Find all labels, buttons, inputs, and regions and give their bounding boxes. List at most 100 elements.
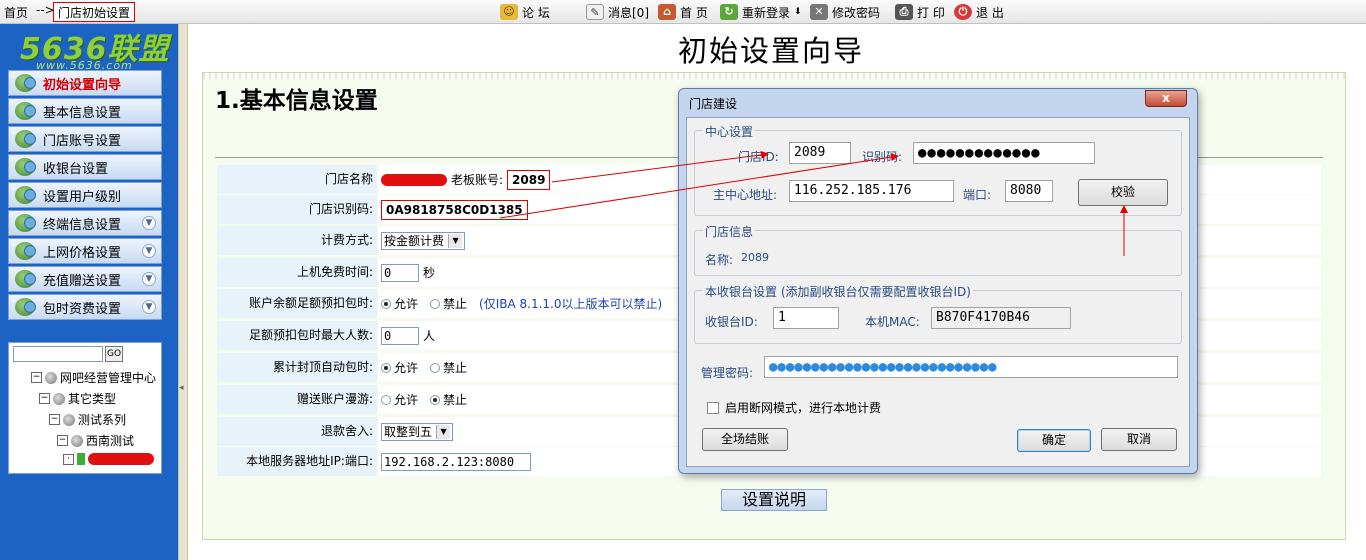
refund-select[interactable]: 取整到五 ▼	[381, 422, 454, 441]
close-button[interactable]: x	[1145, 90, 1187, 107]
sidebar-item-terminal-info[interactable]: 终端信息设置 ▼	[8, 210, 162, 236]
collapse-arrow-icon[interactable]: ◂	[179, 383, 184, 393]
server-label: 本地服务器地址IP:端口:	[217, 447, 377, 476]
collapse-icon[interactable]: ·	[63, 453, 74, 465]
users-icon	[15, 102, 36, 120]
store-id-input[interactable]: 2089	[789, 142, 851, 164]
sidebar-item-label: 收银台设置	[43, 161, 109, 177]
port-input[interactable]: 8080	[1005, 180, 1053, 202]
chevron-down-icon[interactable]: ▼	[142, 272, 156, 286]
sidebar-item-label: 充值赠送设置	[43, 273, 122, 289]
settle-all-button[interactable]: 全场结账	[702, 428, 788, 451]
exit-link[interactable]: ⏻ 退 出	[954, 3, 1004, 21]
cashier-id-input[interactable]: 1	[773, 307, 839, 329]
verify-button[interactable]: 校验	[1078, 179, 1168, 206]
tree-search-input[interactable]	[13, 346, 103, 362]
users-icon	[15, 298, 36, 316]
sidebar-item-recharge-gift[interactable]: 充值赠送设置 ▼	[8, 266, 162, 292]
messages-link[interactable]: ✎ 消息[0]	[586, 3, 649, 21]
sidebar-item-label: 初始设置向导	[43, 77, 122, 93]
section-title: 1.基本信息设置	[215, 88, 378, 114]
cancel-button[interactable]: 取消	[1101, 428, 1177, 451]
collapse-icon[interactable]: −	[49, 414, 60, 425]
page-title: 初始设置向导	[678, 34, 865, 68]
store-status-icon	[77, 453, 85, 465]
boss-account-label: 老板账号:	[451, 173, 504, 187]
tree-go-button[interactable]: GO	[105, 346, 123, 362]
server-input[interactable]: 192.168.2.123:8080	[381, 452, 531, 471]
center-settings-group: 中心设置 门店ID: 2089 识别码: ●●●●●●●●●●●●● 主中心地址…	[694, 123, 1182, 216]
chevron-down-icon[interactable]: ▼	[142, 244, 156, 258]
billing-select[interactable]: 按金额计费 ▼	[381, 231, 466, 250]
auto-cap-label: 累计封顶自动包时:	[217, 353, 377, 382]
sidebar-item-store-account[interactable]: 门店账号设置	[8, 126, 162, 152]
collapse-icon[interactable]: −	[31, 372, 42, 383]
panel-stripe	[203, 73, 1345, 79]
sidebar-item-user-level[interactable]: 设置用户级别	[8, 182, 162, 208]
radio-checked-icon	[430, 394, 441, 405]
port-label: 端口:	[963, 188, 992, 202]
admin-password-input[interactable]: ●●●●●●●●●●●●●●●●●●●●●●●●●●●	[764, 356, 1178, 378]
sidebar-item-price[interactable]: 上网价格设置 ▼	[8, 238, 162, 264]
radio-label: 允许	[394, 361, 419, 375]
collapse-icon[interactable]: −	[57, 435, 68, 446]
tree-node-other-types[interactable]: − 其它类型	[39, 390, 116, 407]
change-password-label: 修改密码	[832, 5, 881, 20]
messages-label: 消息[0]	[608, 5, 649, 20]
message-icon: ✎	[586, 4, 604, 20]
auto-cap-allow-radio[interactable]: 允许	[381, 359, 418, 376]
sidebar-item-label: 设置用户级别	[43, 189, 122, 205]
sidebar-item-package-fee[interactable]: 包时资费设置 ▼	[8, 294, 162, 320]
redacted-store-name	[381, 173, 447, 186]
tree-node-label: 网吧经营管理中心	[60, 371, 157, 385]
print-link[interactable]: ⎙ 打 印	[895, 3, 945, 21]
store-name-label: 门店名称	[217, 165, 377, 194]
breadcrumb-home[interactable]: 首页	[4, 4, 28, 21]
breadcrumb-current: 门店初始设置	[53, 2, 136, 22]
ok-button[interactable]: 确定	[1017, 429, 1091, 452]
gift-roam-forbid-radio[interactable]: 禁止	[430, 391, 467, 408]
balance-allow-radio[interactable]: 允许	[381, 295, 418, 312]
radio-unchecked-icon	[430, 298, 441, 309]
gift-roam-allow-radio[interactable]: 允许	[381, 391, 418, 408]
relogin-link[interactable]: ↻ 重新登录 ⬇	[720, 3, 802, 21]
tree-node-test-series[interactable]: − 测试系列	[49, 411, 126, 428]
refund-label: 退款舍入:	[217, 417, 377, 446]
sidebar-item-label: 终端信息设置	[43, 217, 122, 233]
free-time-input[interactable]: 0	[381, 263, 419, 282]
chevron-down-icon: ▼	[436, 424, 451, 439]
redacted-store-name	[88, 453, 154, 465]
chevron-down-icon: ▼	[448, 233, 463, 248]
collapse-icon[interactable]: −	[39, 393, 50, 404]
folder-icon	[45, 371, 57, 384]
main-address-input[interactable]: 116.252.185.176	[789, 180, 954, 202]
radio-unchecked-icon	[381, 394, 391, 405]
users-icon	[15, 130, 36, 148]
chevron-down-icon[interactable]: ▼	[142, 216, 156, 230]
setup-help-button[interactable]: 设置说明	[721, 489, 827, 511]
tree-node-store[interactable]: ·	[63, 453, 154, 465]
forum-link[interactable]: ☺ 论 坛	[500, 3, 550, 21]
balance-forbid-radio[interactable]: 禁止	[430, 295, 467, 312]
change-password-link[interactable]: ✕ 修改密码	[810, 3, 880, 21]
store-info-title: 门店信息	[703, 223, 756, 240]
home-link[interactable]: ⌂ 首 页	[658, 3, 708, 21]
checkbox-unchecked-icon	[707, 401, 719, 414]
radio-checked-icon	[381, 298, 391, 309]
auto-cap-forbid-radio[interactable]: 禁止	[430, 359, 467, 376]
relogin-label: 重新登录	[742, 5, 791, 20]
tree-node-root[interactable]: − 网吧经营管理中心	[31, 369, 156, 386]
max-people-input[interactable]: 0	[381, 326, 419, 345]
offline-mode-checkbox[interactable]: 启用断网模式，进行本地计费	[707, 399, 881, 416]
mac-value: B870F4170B46	[931, 307, 1071, 329]
sidebar-item-basic-info[interactable]: 基本信息设置	[8, 98, 162, 124]
sidebar-item-setup-wizard[interactable]: 初始设置向导	[8, 70, 162, 96]
main-address-label: 主中心地址:	[713, 188, 778, 202]
code-input[interactable]: ●●●●●●●●●●●●●	[913, 142, 1095, 164]
folder-icon	[71, 434, 83, 447]
chevron-down-icon[interactable]: ▼	[142, 300, 156, 314]
sidebar-splitter[interactable]	[178, 24, 188, 560]
sidebar-item-cashier[interactable]: 收银台设置	[8, 154, 162, 180]
tree-node-southwest-test[interactable]: − 西南测试	[57, 432, 134, 449]
logo: 5636联盟 www.5636.com	[8, 24, 176, 72]
